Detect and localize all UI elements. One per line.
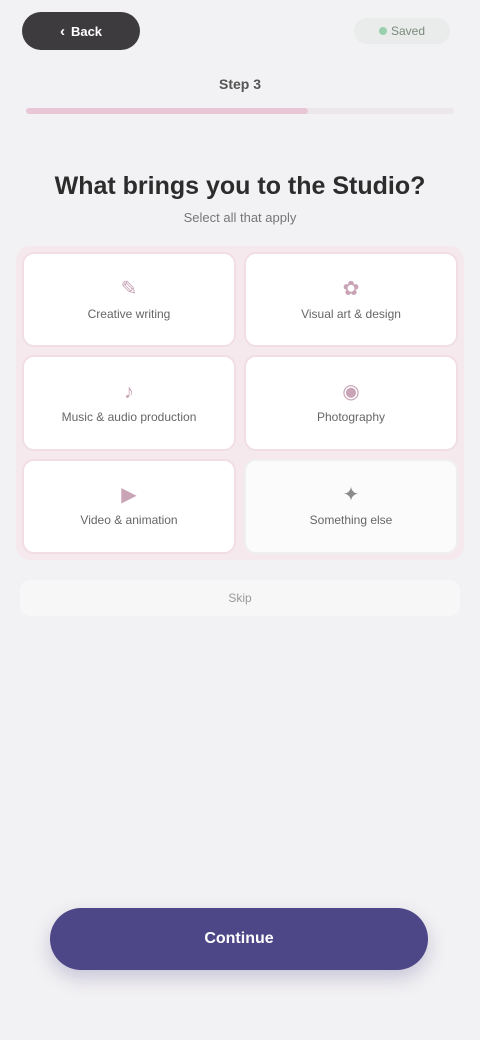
palette-icon: ✿ (342, 277, 360, 300)
pen-icon: ✎ (120, 277, 138, 300)
progress-bar (26, 108, 454, 114)
continue-button[interactable]: Continue (50, 908, 428, 970)
option-music[interactable]: ♪ Music & audio production (22, 355, 236, 451)
back-button[interactable]: ‹ Back (22, 12, 140, 50)
film-icon: ▶ (121, 484, 137, 507)
status-dot-icon (378, 27, 387, 35)
options-grid: ✎ Creative writing ✿ Visual art & design… (16, 246, 464, 560)
progress-fill (26, 108, 309, 114)
option-visual-art[interactable]: ✿ Visual art & design (244, 252, 458, 348)
camera-icon: ◉ (342, 380, 360, 403)
option-something-else[interactable]: ✦ Something else (244, 458, 458, 554)
top-bar: ‹ Back Saved (0, 0, 480, 70)
sparkle-icon: ✦ (342, 484, 360, 507)
option-video[interactable]: ▶ Video & animation (22, 458, 236, 554)
option-label: Music & audio production (61, 409, 197, 424)
option-label: Visual art & design (301, 306, 401, 321)
back-label: Back (70, 23, 103, 39)
option-photography[interactable]: ◉ Photography (244, 355, 458, 451)
page-subtitle: Select all that apply (183, 210, 297, 225)
status-badge: Saved (354, 18, 450, 44)
option-creative-writing[interactable]: ✎ Creative writing (22, 252, 236, 348)
option-label: Photography (316, 409, 386, 424)
option-label: Something else (309, 513, 393, 528)
status-label: Saved (390, 24, 426, 38)
skip-button[interactable]: Skip (20, 580, 460, 616)
option-label: Video & animation (80, 513, 178, 528)
page-title: What brings you to the Studio? (54, 172, 426, 200)
music-icon: ♪ (124, 380, 134, 403)
option-label: Creative writing (87, 306, 171, 321)
chevron-left-icon: ‹ (59, 22, 65, 40)
step-label: Step 3 (218, 76, 261, 92)
